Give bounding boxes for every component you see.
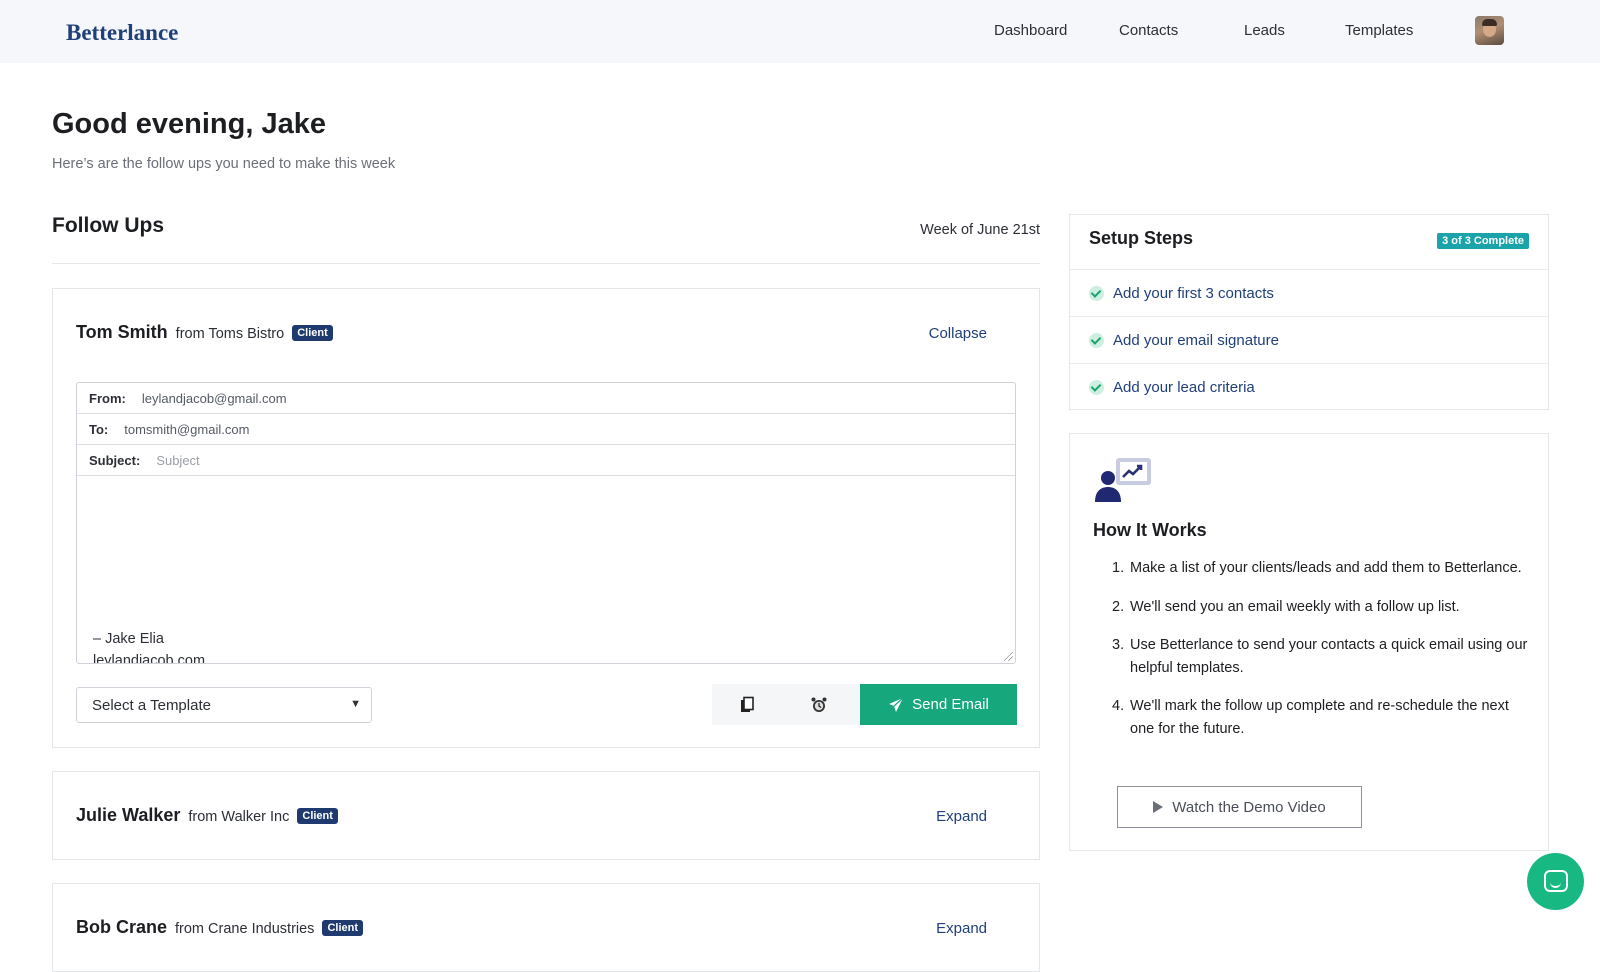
- copy-icon[interactable]: [738, 696, 756, 714]
- followup-card: Julie Walker from Walker Inc Client Expa…: [52, 771, 1040, 860]
- page-title: Good evening, Jake: [52, 108, 326, 140]
- watch-demo-button[interactable]: Watch the Demo Video: [1117, 786, 1362, 828]
- subject-input[interactable]: Subject: [156, 453, 199, 468]
- from-label: From:: [89, 390, 126, 406]
- to-field[interactable]: tomsmith@gmail.com: [124, 422, 249, 437]
- avatar-hair: [1482, 19, 1497, 26]
- email-body-textarea[interactable]: – Jake Elia leylandjacob.com: [77, 476, 1015, 663]
- template-select-value: Select a Template: [92, 696, 211, 714]
- to-label: To:: [89, 421, 109, 437]
- client-badge: Client: [322, 920, 363, 936]
- contact-company: from Walker Inc: [188, 809, 290, 825]
- how-step: 1. Make a list of your clients/leads and …: [1112, 560, 1522, 576]
- card-header: Bob Crane from Crane Industries Client: [76, 917, 363, 938]
- user-avatar[interactable]: [1475, 16, 1504, 45]
- followup-card: Bob Crane from Crane Industries Client E…: [52, 883, 1040, 972]
- subject-label: Subject:: [89, 452, 141, 468]
- contact-name: Bob Crane: [76, 917, 168, 937]
- client-badge: Client: [292, 325, 333, 341]
- how-step: 2. We'll send you an email weekly with a …: [1112, 598, 1460, 615]
- how-it-works-title: How It Works: [1093, 520, 1207, 540]
- divider: [52, 263, 1040, 264]
- contact-name: Tom Smith: [76, 322, 168, 342]
- signature-name: – Jake Elia: [93, 631, 164, 647]
- play-icon: [1153, 801, 1164, 813]
- chat-icon: [1544, 870, 1568, 892]
- nav-contacts[interactable]: Contacts: [1119, 22, 1178, 39]
- template-select[interactable]: Select a Template ▼: [76, 687, 372, 723]
- how-step-text: We'll mark the follow up complete and re…: [1130, 698, 1509, 737]
- expand-button[interactable]: Expand: [936, 920, 987, 937]
- collapse-button[interactable]: Collapse: [929, 325, 987, 342]
- followups-heading: Follow Ups: [52, 214, 164, 237]
- setup-step[interactable]: Add your email signature: [1070, 316, 1548, 363]
- nav-dashboard[interactable]: Dashboard: [994, 22, 1067, 39]
- setup-steps-panel: Setup Steps 3 of 3 Complete Add your fir…: [1069, 214, 1549, 410]
- how-step: 3. Use Betterlance to send your contacts …: [1112, 637, 1528, 676]
- top-nav: Betterlance Dashboard Contacts Leads Tem…: [0, 0, 1600, 63]
- setup-steps-title: Setup Steps: [1089, 228, 1194, 248]
- page-subtitle: Here’s are the follow ups you need to ma…: [52, 156, 396, 172]
- chevron-down-icon: ▼: [350, 698, 361, 710]
- presentation-user-icon: [1095, 458, 1151, 502]
- resize-handle[interactable]: [1004, 652, 1013, 661]
- followup-card: Tom Smith from Toms Bistro Client Collap…: [52, 288, 1040, 748]
- signature-site: leylandjacob.com: [93, 653, 206, 663]
- how-step-text: We'll send you an email weekly with a fo…: [1130, 598, 1460, 615]
- contact-company: from Toms Bistro: [175, 326, 285, 342]
- setup-step-label: Add your first 3 contacts: [1113, 284, 1274, 302]
- completion-badge: 3 of 3 Complete: [1437, 233, 1529, 249]
- card-header: Julie Walker from Walker Inc Client: [76, 805, 338, 826]
- send-paper-plane-icon: [889, 697, 904, 712]
- client-badge: Client: [297, 808, 338, 824]
- from-row: From: leylandjacob@gmail.com: [77, 383, 1015, 414]
- contact-company: from Crane Industries: [175, 921, 315, 937]
- subject-row: Subject: Subject: [77, 445, 1015, 476]
- week-label: Week of June 21st: [920, 222, 1040, 238]
- how-it-works-panel: How It Works 1. Make a list of your clien…: [1069, 433, 1549, 851]
- expand-button[interactable]: Expand: [936, 808, 987, 825]
- watch-demo-label: Watch the Demo Video: [1172, 798, 1326, 816]
- contact-name: Julie Walker: [76, 805, 181, 825]
- nav-templates[interactable]: Templates: [1345, 22, 1413, 39]
- send-email-label: Send Email: [912, 696, 989, 713]
- checkmark-icon: [1089, 285, 1104, 301]
- how-step: 4. We'll mark the follow up complete and …: [1112, 698, 1509, 737]
- checkmark-icon: [1089, 379, 1104, 395]
- email-composer: From: leylandjacob@gmail.com To: tomsmit…: [76, 382, 1016, 664]
- how-step-text: Make a list of your clients/leads and ad…: [1130, 560, 1522, 576]
- checkmark-icon: [1089, 332, 1104, 348]
- setup-step-label: Add your lead criteria: [1113, 378, 1255, 396]
- how-step-text: Use Betterlance to send your contacts a …: [1130, 637, 1528, 676]
- setup-step[interactable]: Add your lead criteria: [1070, 363, 1548, 410]
- to-row: To: tomsmith@gmail.com: [77, 414, 1015, 445]
- nav-leads[interactable]: Leads: [1244, 22, 1285, 39]
- brand-logo[interactable]: Betterlance: [66, 20, 178, 46]
- setup-step-label: Add your email signature: [1113, 331, 1279, 349]
- setup-step[interactable]: Add your first 3 contacts: [1070, 269, 1548, 316]
- action-icon-bar: [712, 684, 860, 725]
- send-email-button[interactable]: Send Email: [860, 684, 1017, 725]
- card-header: Tom Smith from Toms Bistro Client: [76, 322, 333, 343]
- how-it-works-list: 1. Make a list of your clients/leads and …: [1112, 557, 1532, 756]
- chat-launcher-button[interactable]: [1527, 853, 1584, 910]
- email-signature: – Jake Elia leylandjacob.com: [93, 628, 205, 663]
- from-field[interactable]: leylandjacob@gmail.com: [142, 391, 287, 406]
- alarm-clock-icon[interactable]: [810, 696, 828, 714]
